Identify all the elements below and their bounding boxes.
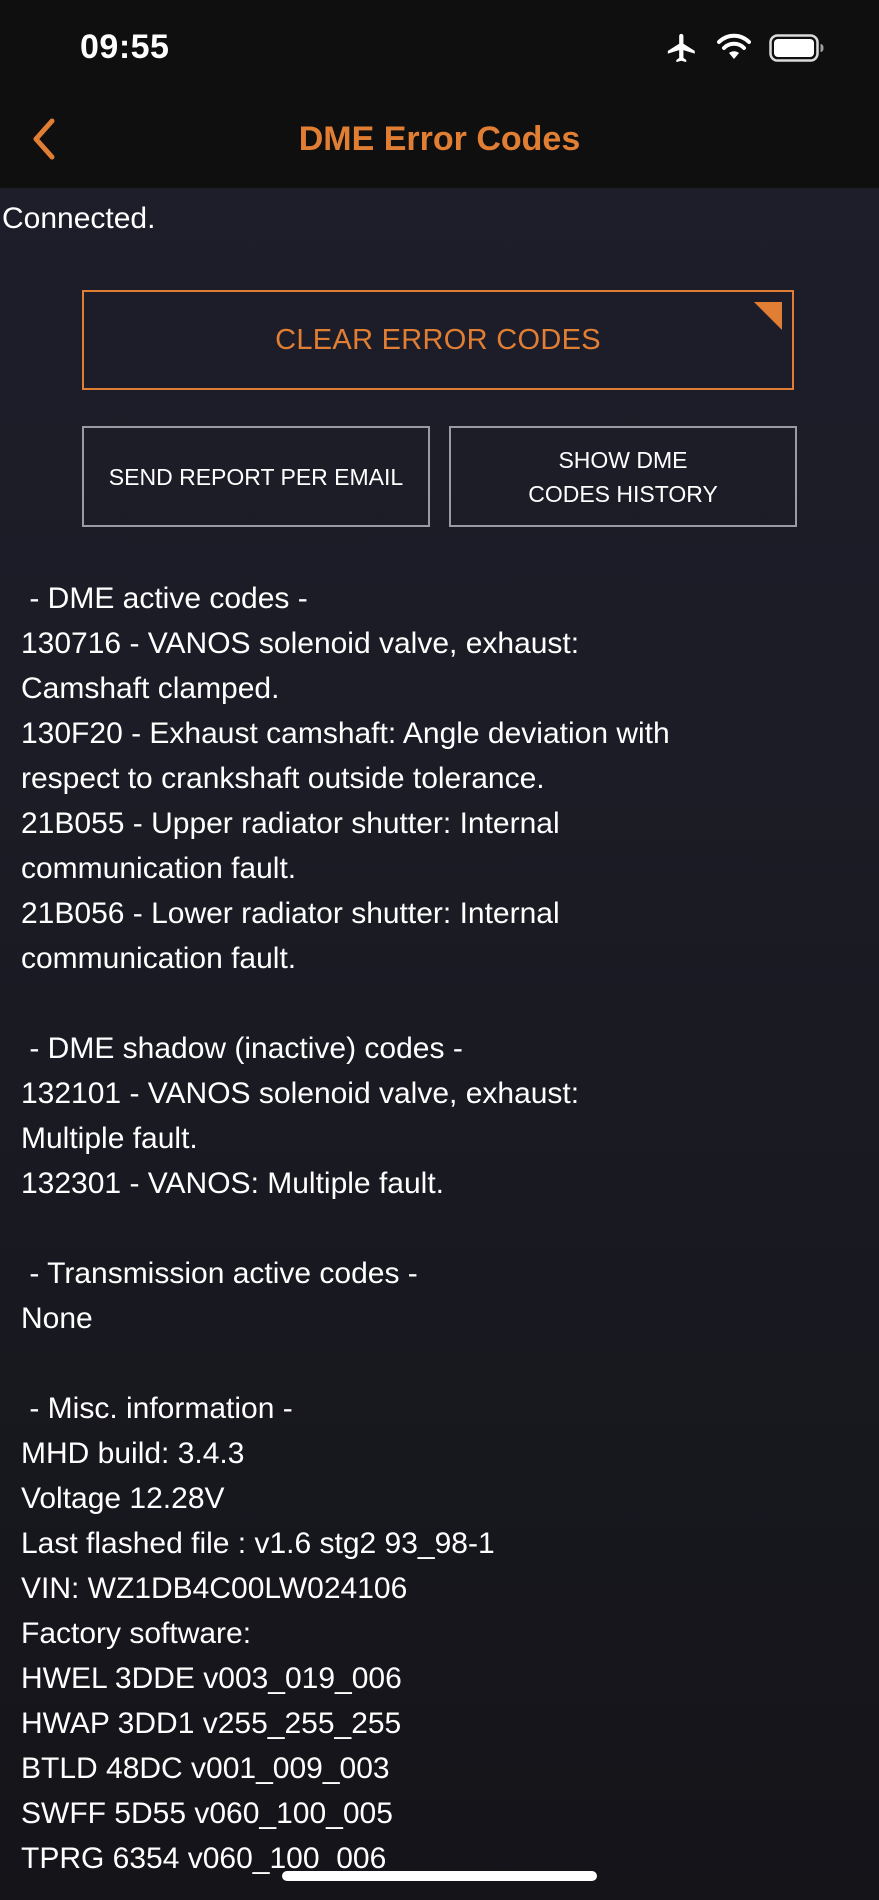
clear-button-label: CLEAR ERROR CODES	[275, 323, 601, 356]
navigation-bar: DME Error Codes	[0, 98, 879, 188]
report-line: SWFF 5D55 v060_100_005	[21, 1797, 393, 1830]
report-line	[21, 1341, 861, 1386]
report-line: Factory software:	[21, 1617, 252, 1650]
report-line: 130716 - VANOS solenoid valve, exhaust:	[21, 627, 580, 660]
report-line: 21B055 - Upper radiator shutter: Interna…	[21, 807, 560, 840]
connection-status: Connected.	[2, 202, 156, 235]
wifi-icon	[717, 33, 751, 68]
page-title: DME Error Codes	[298, 120, 581, 158]
battery-icon	[769, 33, 825, 67]
report-line: communication fault.	[21, 852, 297, 885]
report-line: 21B056 - Lower radiator shutter: Interna…	[21, 897, 560, 930]
history-button-label: SHOW DME CODES HISTORY	[528, 443, 718, 511]
report-line	[21, 981, 861, 1026]
airplane-icon	[665, 31, 699, 70]
report-line: - Misc. information -	[21, 1392, 293, 1425]
report-line: Last flashed file : v1.6 stg2 93_98-1	[21, 1527, 495, 1560]
error-codes-report: - DME active codes - 130716 - VANOS solen…	[21, 576, 861, 1881]
history-label-line-1: SHOW DME	[558, 446, 688, 473]
send-report-label: SEND REPORT PER EMAIL	[108, 463, 404, 490]
send-report-email-button[interactable]: SEND REPORT PER EMAIL	[82, 426, 430, 527]
report-line: 132301 - VANOS: Multiple fault.	[21, 1167, 444, 1200]
report-line: communication fault.	[21, 942, 297, 975]
report-line: None	[21, 1302, 93, 1335]
report-line: Multiple fault.	[21, 1122, 198, 1155]
report-line: 130F20 - Exhaust camshaft: Angle deviati…	[21, 717, 670, 750]
show-dme-codes-history-button[interactable]: SHOW DME CODES HISTORY	[449, 426, 797, 527]
report-line: BTLD 48DC v001_009_003	[21, 1752, 390, 1785]
report-line: - DME shadow (inactive) codes -	[21, 1032, 463, 1065]
status-icons	[665, 32, 825, 68]
report-line: - Transmission active codes -	[21, 1257, 418, 1290]
report-line	[21, 1206, 861, 1251]
report-line: - DME active codes -	[21, 582, 308, 615]
report-line: 132101 - VANOS solenoid valve, exhaust:	[21, 1077, 580, 1110]
report-line: Voltage 12.28V	[21, 1482, 225, 1515]
report-line: VIN: WZ1DB4C00LW024106	[21, 1572, 408, 1605]
corner-triangle-icon	[754, 302, 782, 330]
report-line: HWAP 3DD1 v255_255_255	[21, 1707, 402, 1740]
status-bar: 09:55	[0, 0, 879, 98]
home-indicator[interactable]	[282, 1871, 597, 1881]
clear-error-codes-button[interactable]: CLEAR ERROR CODES	[82, 290, 794, 390]
report-line: HWEL 3DDE v003_019_006	[21, 1662, 402, 1695]
report-line: Camshaft clamped.	[21, 672, 280, 705]
history-label-line-2: CODES HISTORY	[528, 480, 718, 507]
status-time: 09:55	[80, 28, 170, 66]
report-line: MHD build: 3.4.3	[21, 1437, 245, 1470]
report-line: respect to crankshaft outside tolerance.	[21, 762, 545, 795]
